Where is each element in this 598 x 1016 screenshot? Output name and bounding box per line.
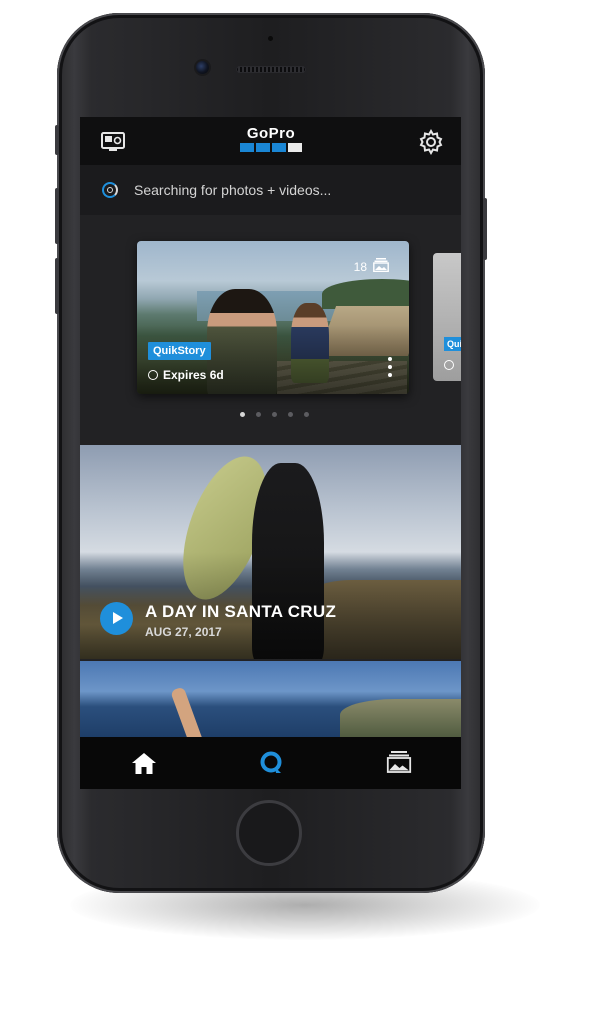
quik-icon[interactable] — [257, 749, 285, 777]
mute-switch — [55, 125, 59, 155]
featured-story-card[interactable]: A DAY IN SANTA CRUZ AUG 27, 2017 — [80, 445, 461, 659]
gopro-logo-bars — [240, 143, 302, 152]
media-library-icon[interactable] — [386, 749, 414, 777]
power-button — [483, 198, 487, 260]
media-count: 18 — [354, 258, 389, 275]
camera-icon[interactable] — [100, 129, 126, 155]
home-button[interactable] — [236, 800, 302, 866]
home-icon[interactable] — [130, 749, 158, 777]
carousel-dot[interactable] — [256, 412, 261, 417]
proximity-sensor — [268, 36, 273, 41]
carousel-dot[interactable] — [304, 412, 309, 417]
expires-label: Expires 6d — [148, 368, 224, 382]
quikstory-card[interactable]: 18 QuikStory Expires 6d — [137, 241, 409, 394]
carousel-dot[interactable] — [288, 412, 293, 417]
story-carousel[interactable]: 18 QuikStory Expires 6d Quik — [80, 215, 461, 445]
front-camera — [196, 61, 209, 74]
quikstory-badge: QuikStory — [148, 342, 211, 360]
next-story-card[interactable]: Quik — [433, 253, 461, 381]
expires-text: Expires 6d — [163, 368, 224, 382]
volume-up-button — [55, 188, 59, 244]
carousel-pagination — [240, 412, 309, 417]
timer-ring-icon — [444, 360, 454, 370]
earpiece-speaker — [236, 66, 306, 73]
timer-ring-icon — [148, 370, 158, 380]
gopro-logo: GoPro — [238, 125, 304, 155]
gear-icon[interactable] — [418, 128, 444, 156]
carousel-dot[interactable] — [240, 412, 245, 417]
play-icon[interactable] — [100, 602, 133, 635]
next-story-badge: Quik — [444, 337, 461, 351]
volume-down-button — [55, 258, 59, 314]
app-screen: GoPro Searching for photos + videos... 1… — [80, 117, 461, 789]
media-count-value: 18 — [353, 259, 367, 274]
featured-story-date: AUG 27, 2017 — [145, 625, 222, 639]
gallery-stack-icon — [373, 258, 389, 275]
second-story-card[interactable] — [80, 661, 461, 737]
app-header: GoPro — [80, 117, 461, 165]
bottom-tab-bar — [80, 737, 461, 789]
search-status-text: Searching for photos + videos... — [134, 182, 332, 198]
search-status-bar: Searching for photos + videos... — [80, 165, 461, 215]
loading-spinner-icon — [102, 182, 118, 198]
carousel-dot[interactable] — [272, 412, 277, 417]
kebab-menu-icon[interactable] — [388, 357, 392, 377]
gopro-logo-text: GoPro — [246, 125, 296, 142]
featured-story-title: A DAY IN SANTA CRUZ — [145, 602, 337, 621]
